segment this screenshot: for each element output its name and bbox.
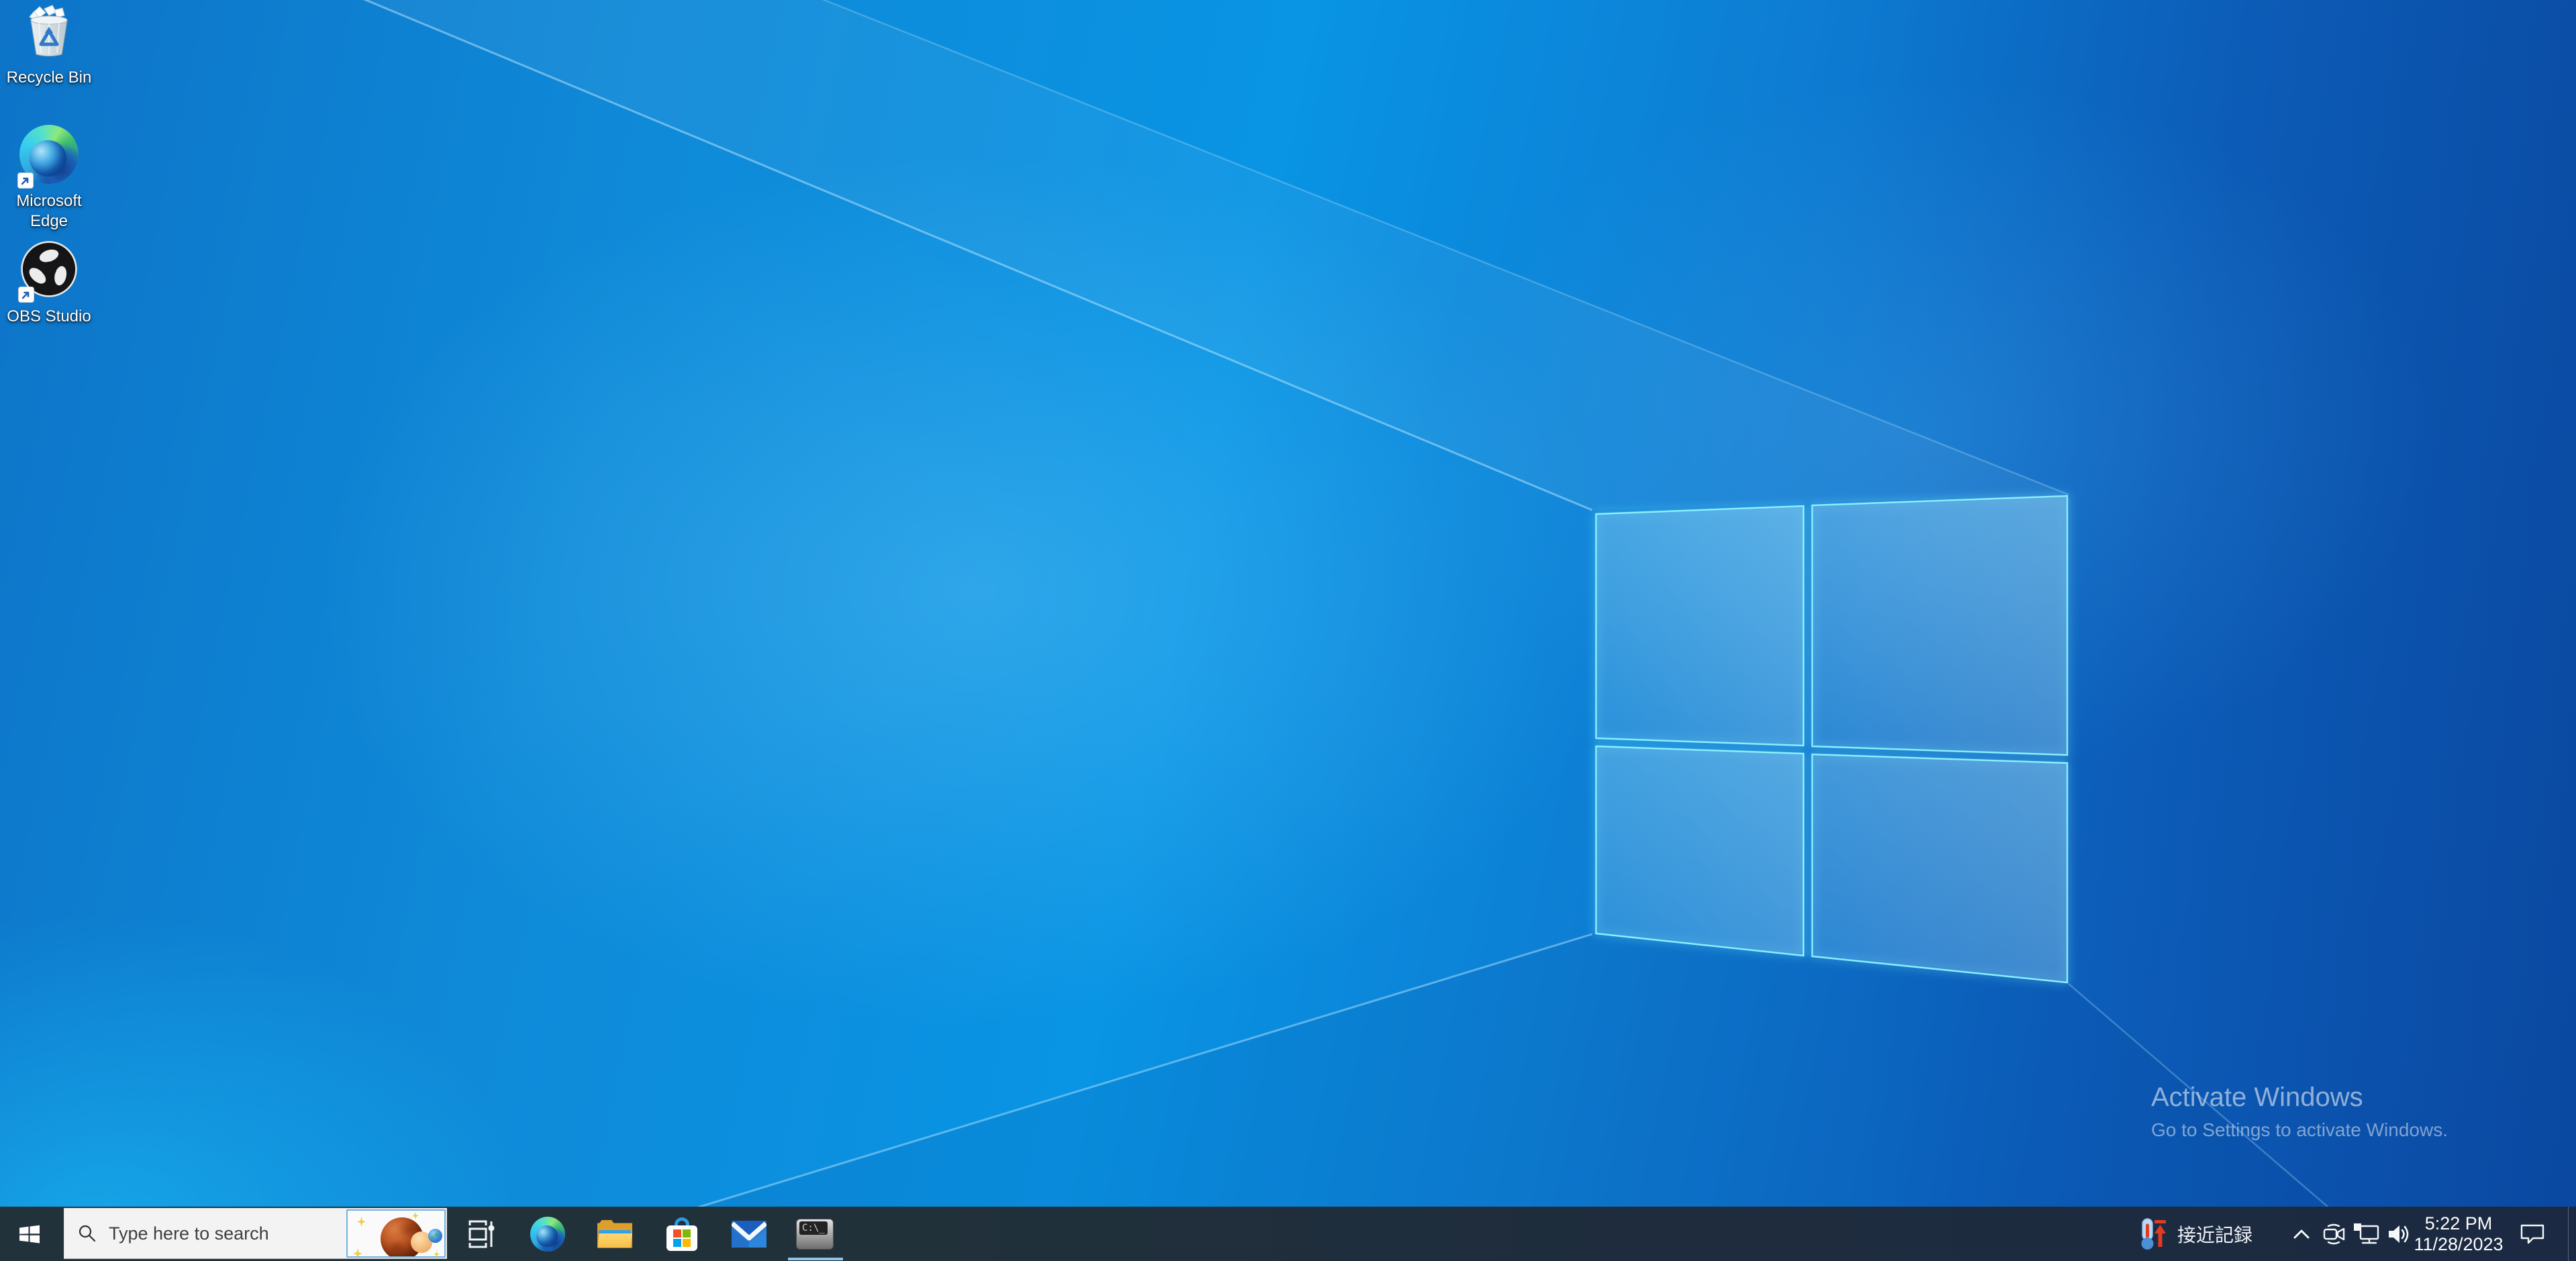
clock-date: 11/28/2023 bbox=[2414, 1234, 2503, 1255]
show-desktop-button[interactable] bbox=[2568, 1207, 2576, 1261]
light-wedge bbox=[0, 0, 2069, 510]
file-explorer-button[interactable] bbox=[583, 1207, 647, 1261]
volume-button[interactable] bbox=[2383, 1207, 2414, 1261]
microsoft-store-button[interactable] bbox=[650, 1207, 714, 1261]
start-button[interactable] bbox=[0, 1207, 58, 1261]
taskbar: C:\_ 接近記録 bbox=[0, 1207, 2576, 1261]
meet-now-button[interactable] bbox=[2319, 1207, 2350, 1261]
windows-logo-wallpaper bbox=[1596, 496, 2067, 982]
sparkle-icon bbox=[353, 1248, 362, 1258]
taskbar-search-box[interactable] bbox=[64, 1208, 447, 1259]
network-button[interactable] bbox=[2351, 1207, 2382, 1261]
edge-icon bbox=[19, 125, 79, 187]
notification-icon bbox=[2519, 1223, 2546, 1246]
search-icon bbox=[78, 1224, 97, 1243]
news-widget-label: 接近記録 bbox=[2177, 1221, 2252, 1248]
desktop-icon-microsoft-edge[interactable]: Microsoft Edge bbox=[0, 125, 98, 232]
activate-windows-watermark: Activate Windows Go to Settings to activ… bbox=[2151, 1082, 2567, 1141]
sparkle-icon bbox=[412, 1212, 419, 1219]
task-view-icon bbox=[464, 1218, 497, 1250]
edge-icon bbox=[530, 1217, 565, 1252]
news-and-interests-widget[interactable]: 接近記録 bbox=[2133, 1207, 2275, 1261]
mail-icon bbox=[732, 1221, 766, 1248]
desktop-icon-label: Edge bbox=[0, 211, 98, 232]
bing-daily-planets-icon[interactable] bbox=[346, 1209, 446, 1258]
earth-planet-icon bbox=[428, 1229, 442, 1243]
watermark-subtitle: Go to Settings to activate Windows. bbox=[2151, 1119, 2567, 1141]
task-view-button[interactable] bbox=[448, 1207, 513, 1261]
wallpaper-art bbox=[0, 0, 2576, 1261]
edge-taskbar-button[interactable] bbox=[515, 1207, 580, 1261]
clock-time: 5:22 PM bbox=[2425, 1213, 2493, 1234]
obs-studio-icon bbox=[20, 240, 78, 301]
recycle-bin-icon bbox=[23, 4, 75, 62]
command-prompt-button[interactable]: C:\_ bbox=[783, 1207, 847, 1261]
command-prompt-icon: C:\_ bbox=[796, 1219, 834, 1250]
desktop-icon-label: Recycle Bin bbox=[0, 68, 98, 88]
clock[interactable]: 5:22 PM 11/28/2023 bbox=[2415, 1207, 2502, 1261]
show-hidden-icons-button[interactable] bbox=[2286, 1207, 2317, 1261]
windows-logo-icon bbox=[17, 1222, 42, 1246]
network-icon bbox=[2352, 1222, 2381, 1246]
desktop-icon-recycle-bin[interactable]: Recycle Bin bbox=[0, 4, 98, 88]
chevron-up-icon bbox=[2291, 1226, 2312, 1242]
thermometer-icon bbox=[2138, 1217, 2169, 1251]
desktop-icon-label: OBS Studio bbox=[0, 307, 98, 327]
meet-now-icon bbox=[2322, 1223, 2346, 1246]
shortcut-arrow-icon bbox=[17, 172, 34, 189]
file-explorer-icon bbox=[597, 1220, 632, 1248]
running-app-indicator bbox=[788, 1258, 843, 1260]
sparkle-icon bbox=[434, 1251, 440, 1258]
sparkle-icon bbox=[357, 1217, 366, 1227]
volume-icon bbox=[2386, 1223, 2412, 1245]
command-prompt-screen-text: C:\_ bbox=[799, 1221, 828, 1235]
mail-button[interactable] bbox=[717, 1207, 781, 1261]
desktop-icon-label: Microsoft bbox=[0, 191, 98, 211]
desktop-icon-obs-studio[interactable]: OBS Studio bbox=[0, 240, 98, 327]
windows-desktop: Recycle Bin Microsoft Edge bbox=[0, 0, 2576, 1261]
shortcut-arrow-icon bbox=[18, 287, 34, 303]
action-center-button[interactable] bbox=[2512, 1207, 2553, 1261]
watermark-title: Activate Windows bbox=[2151, 1082, 2567, 1113]
store-icon bbox=[666, 1217, 697, 1251]
